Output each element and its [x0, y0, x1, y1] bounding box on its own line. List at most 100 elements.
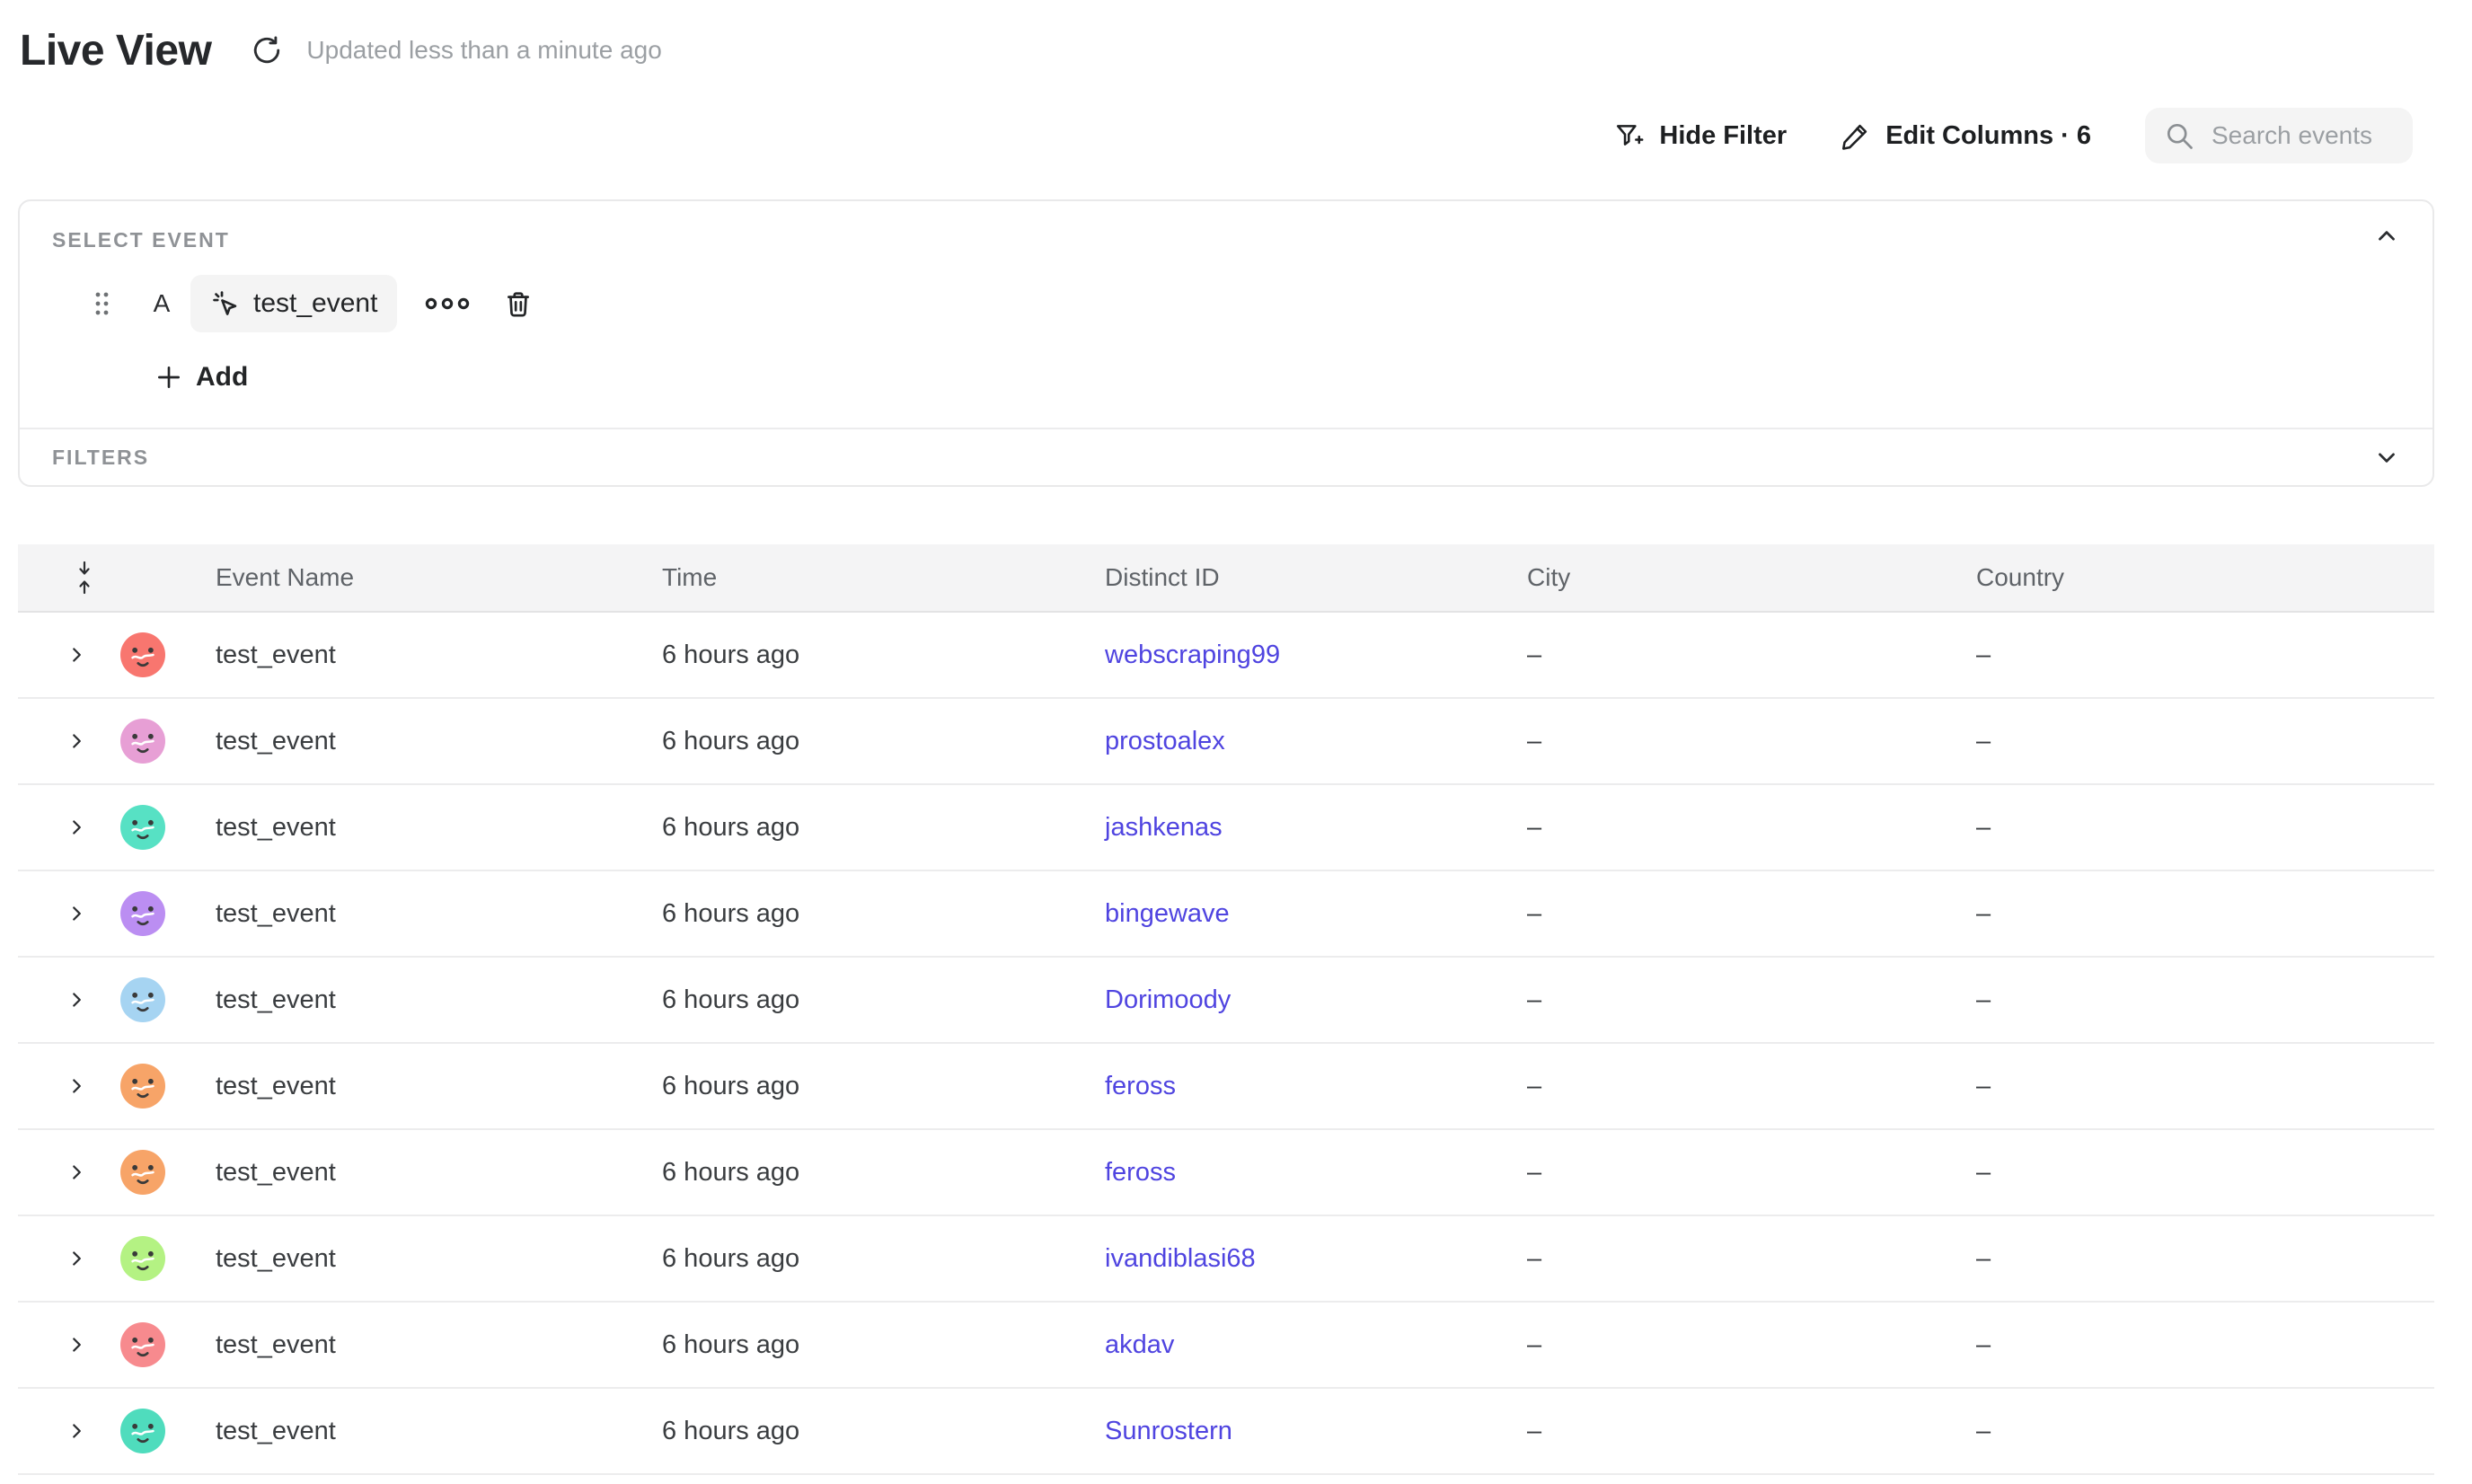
- delete-event-button[interactable]: [503, 288, 534, 319]
- country-cell: –: [1976, 1417, 2434, 1446]
- chevron-right-icon: [65, 1074, 88, 1098]
- filters-section: FILTERS: [20, 429, 2432, 485]
- distinct-id-link[interactable]: bingewave: [1105, 899, 1230, 928]
- city-cell: –: [1527, 1417, 1976, 1446]
- expand-row-button[interactable]: [65, 1247, 88, 1270]
- refresh-icon: [251, 34, 283, 66]
- hide-filter-label: Hide Filter: [1659, 121, 1787, 151]
- user-avatar: [120, 1150, 165, 1195]
- table-row[interactable]: test_event 6 hours ago Sunrostern – –: [18, 1389, 2434, 1475]
- select-event-label: SELECT EVENT: [52, 228, 230, 252]
- time-cell: 6 hours ago: [662, 640, 1105, 670]
- time-cell: 6 hours ago: [662, 1158, 1105, 1188]
- city-cell: –: [1527, 1072, 1976, 1101]
- collapse-all-rows-button[interactable]: [74, 561, 95, 595]
- distinct-id-link[interactable]: akdav: [1105, 1330, 1174, 1359]
- country-cell: –: [1976, 1158, 2434, 1188]
- column-header-country: Country: [1976, 563, 2434, 592]
- edit-columns-button[interactable]: Edit Columns · 6: [1841, 120, 2091, 151]
- chevron-right-icon: [65, 816, 88, 839]
- time-cell: 6 hours ago: [662, 1417, 1105, 1446]
- cursor-click-icon: [210, 288, 241, 319]
- events-table: Event Name Time Distinct ID City Country: [18, 544, 2434, 1475]
- distinct-id-link[interactable]: Sunrostern: [1105, 1417, 1232, 1445]
- expand-row-button[interactable]: [65, 729, 88, 753]
- distinct-id-link[interactable]: webscraping99: [1105, 640, 1280, 669]
- chevron-right-icon: [65, 988, 88, 1011]
- user-avatar: [120, 805, 165, 850]
- chevron-right-icon: [65, 1419, 88, 1443]
- country-cell: –: [1976, 1072, 2434, 1101]
- hide-filter-button[interactable]: Hide Filter: [1614, 120, 1787, 151]
- table-row[interactable]: test_event 6 hours ago jashkenas – –: [18, 785, 2434, 871]
- expand-filters-button[interactable]: [2373, 444, 2400, 471]
- filters-label: FILTERS: [52, 446, 149, 470]
- city-cell: –: [1527, 1244, 1976, 1274]
- time-cell: 6 hours ago: [662, 727, 1105, 756]
- table-row[interactable]: test_event 6 hours ago prostoalex – –: [18, 699, 2434, 785]
- expand-row-button[interactable]: [65, 902, 88, 925]
- table-row[interactable]: test_event 6 hours ago akdav – –: [18, 1303, 2434, 1389]
- query-builder-card: SELECT EVENT A: [18, 199, 2434, 487]
- distinct-id-link[interactable]: Dorimoody: [1105, 985, 1231, 1014]
- time-cell: 6 hours ago: [662, 899, 1105, 929]
- event-name-cell: test_event: [216, 640, 662, 670]
- edit-columns-label: Edit Columns · 6: [1885, 121, 2091, 151]
- user-avatar: [120, 1236, 165, 1281]
- distinct-id-link[interactable]: feross: [1105, 1158, 1176, 1187]
- add-event-button[interactable]: Add: [154, 358, 248, 397]
- country-cell: –: [1976, 985, 2434, 1015]
- page-title: Live View: [20, 26, 211, 75]
- distinct-id-link[interactable]: jashkenas: [1105, 813, 1223, 842]
- updated-status: Updated less than a minute ago: [306, 36, 661, 65]
- table-row[interactable]: test_event 6 hours ago feross – –: [18, 1044, 2434, 1130]
- expand-row-button[interactable]: [65, 1333, 88, 1356]
- country-cell: –: [1976, 899, 2434, 929]
- expand-row-button[interactable]: [65, 1161, 88, 1184]
- refresh-button[interactable]: [251, 34, 283, 66]
- table-row[interactable]: test_event 6 hours ago ivandiblasi68 – –: [18, 1216, 2434, 1303]
- event-name-cell: test_event: [216, 899, 662, 929]
- search-icon: [2163, 119, 2195, 152]
- collapse-section-button[interactable]: [2373, 223, 2400, 250]
- country-cell: –: [1976, 1330, 2434, 1360]
- distinct-id-link[interactable]: ivandiblasi68: [1105, 1244, 1256, 1273]
- table-row[interactable]: test_event 6 hours ago Dorimoody – –: [18, 958, 2434, 1044]
- expand-row-button[interactable]: [65, 1074, 88, 1098]
- expand-row-button[interactable]: [65, 816, 88, 839]
- country-cell: –: [1976, 1244, 2434, 1274]
- city-cell: –: [1527, 727, 1976, 756]
- city-cell: –: [1527, 640, 1976, 670]
- user-avatar: [120, 1409, 165, 1453]
- search-events-input[interactable]: [2212, 121, 2395, 150]
- expand-row-button[interactable]: [65, 988, 88, 1011]
- table-row[interactable]: test_event 6 hours ago bingewave – –: [18, 871, 2434, 958]
- table-header: Event Name Time Distinct ID City Country: [18, 544, 2434, 613]
- distinct-id-link[interactable]: prostoalex: [1105, 727, 1225, 755]
- event-select-chip[interactable]: test_event: [190, 275, 397, 332]
- trash-icon: [503, 288, 534, 319]
- more-options-icon: [424, 296, 471, 312]
- country-cell: –: [1976, 813, 2434, 843]
- time-cell: 6 hours ago: [662, 1330, 1105, 1360]
- user-avatar: [120, 1064, 165, 1109]
- user-avatar: [120, 719, 165, 764]
- city-cell: –: [1527, 899, 1976, 929]
- table-body: test_event 6 hours ago webscraping99 – –: [18, 613, 2434, 1475]
- search-events-box[interactable]: [2145, 108, 2413, 163]
- drag-handle-icon[interactable]: [93, 290, 111, 317]
- user-avatar: [120, 891, 165, 936]
- pencil-icon: [1841, 120, 1871, 151]
- chevron-right-icon: [65, 902, 88, 925]
- table-row[interactable]: test_event 6 hours ago feross – –: [18, 1130, 2434, 1216]
- expand-row-button[interactable]: [65, 1419, 88, 1443]
- user-avatar: [120, 1322, 165, 1367]
- event-name-cell: test_event: [216, 1072, 662, 1101]
- expand-row-button[interactable]: [65, 643, 88, 667]
- city-cell: –: [1527, 813, 1976, 843]
- event-name-cell: test_event: [216, 985, 662, 1015]
- more-options-button[interactable]: [424, 296, 471, 312]
- chevron-right-icon: [65, 1333, 88, 1356]
- table-row[interactable]: test_event 6 hours ago webscraping99 – –: [18, 613, 2434, 699]
- distinct-id-link[interactable]: feross: [1105, 1072, 1176, 1100]
